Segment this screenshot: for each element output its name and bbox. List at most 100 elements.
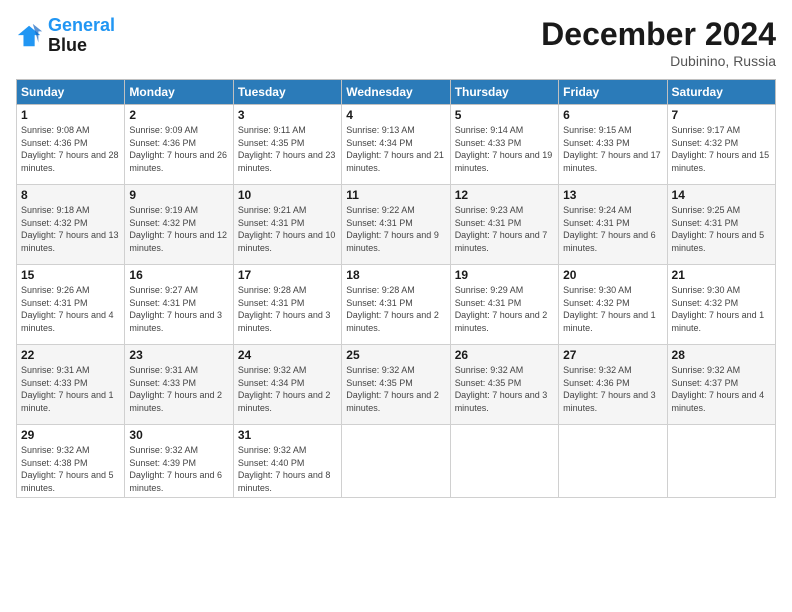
day-number: 9 [129,188,228,202]
cell-info: Sunrise: 9:31 AM Sunset: 4:33 PM Dayligh… [129,364,228,414]
day-number: 28 [672,348,771,362]
cell-info: Sunrise: 9:32 AM Sunset: 4:34 PM Dayligh… [238,364,337,414]
cell-info: Sunrise: 9:32 AM Sunset: 4:37 PM Dayligh… [672,364,771,414]
day-number: 19 [455,268,554,282]
table-cell: 25 Sunrise: 9:32 AM Sunset: 4:35 PM Dayl… [342,345,450,425]
header: General Blue December 2024 Dubinino, Rus… [16,16,776,69]
table-cell: 10 Sunrise: 9:21 AM Sunset: 4:31 PM Dayl… [233,185,341,265]
col-monday: Monday [125,80,233,105]
cell-info: Sunrise: 9:32 AM Sunset: 4:35 PM Dayligh… [455,364,554,414]
table-cell: 14 Sunrise: 9:25 AM Sunset: 4:31 PM Dayl… [667,185,775,265]
cell-info: Sunrise: 9:32 AM Sunset: 4:39 PM Dayligh… [129,444,228,494]
table-cell [342,425,450,498]
table-cell: 29 Sunrise: 9:32 AM Sunset: 4:38 PM Dayl… [17,425,125,498]
table-cell: 11 Sunrise: 9:22 AM Sunset: 4:31 PM Dayl… [342,185,450,265]
day-number: 3 [238,108,337,122]
table-cell: 31 Sunrise: 9:32 AM Sunset: 4:40 PM Dayl… [233,425,341,498]
cell-info: Sunrise: 9:08 AM Sunset: 4:36 PM Dayligh… [21,124,120,174]
col-tuesday: Tuesday [233,80,341,105]
table-cell: 7 Sunrise: 9:17 AM Sunset: 4:32 PM Dayli… [667,105,775,185]
table-cell: 13 Sunrise: 9:24 AM Sunset: 4:31 PM Dayl… [559,185,667,265]
calendar-table: Sunday Monday Tuesday Wednesday Thursday… [16,79,776,498]
cell-info: Sunrise: 9:24 AM Sunset: 4:31 PM Dayligh… [563,204,662,254]
table-cell: 6 Sunrise: 9:15 AM Sunset: 4:33 PM Dayli… [559,105,667,185]
table-cell: 21 Sunrise: 9:30 AM Sunset: 4:32 PM Dayl… [667,265,775,345]
table-cell: 9 Sunrise: 9:19 AM Sunset: 4:32 PM Dayli… [125,185,233,265]
cell-info: Sunrise: 9:30 AM Sunset: 4:32 PM Dayligh… [563,284,662,334]
day-number: 12 [455,188,554,202]
day-number: 11 [346,188,445,202]
cell-info: Sunrise: 9:31 AM Sunset: 4:33 PM Dayligh… [21,364,120,414]
table-cell: 4 Sunrise: 9:13 AM Sunset: 4:34 PM Dayli… [342,105,450,185]
title-block: December 2024 Dubinino, Russia [541,16,776,69]
table-cell: 19 Sunrise: 9:29 AM Sunset: 4:31 PM Dayl… [450,265,558,345]
table-cell: 18 Sunrise: 9:28 AM Sunset: 4:31 PM Dayl… [342,265,450,345]
table-cell: 23 Sunrise: 9:31 AM Sunset: 4:33 PM Dayl… [125,345,233,425]
cell-info: Sunrise: 9:18 AM Sunset: 4:32 PM Dayligh… [21,204,120,254]
day-number: 26 [455,348,554,362]
table-cell: 26 Sunrise: 9:32 AM Sunset: 4:35 PM Dayl… [450,345,558,425]
cell-info: Sunrise: 9:09 AM Sunset: 4:36 PM Dayligh… [129,124,228,174]
cell-info: Sunrise: 9:30 AM Sunset: 4:32 PM Dayligh… [672,284,771,334]
day-number: 20 [563,268,662,282]
cell-info: Sunrise: 9:14 AM Sunset: 4:33 PM Dayligh… [455,124,554,174]
cell-info: Sunrise: 9:22 AM Sunset: 4:31 PM Dayligh… [346,204,445,254]
day-number: 22 [21,348,120,362]
day-number: 7 [672,108,771,122]
table-cell: 3 Sunrise: 9:11 AM Sunset: 4:35 PM Dayli… [233,105,341,185]
cell-info: Sunrise: 9:15 AM Sunset: 4:33 PM Dayligh… [563,124,662,174]
cell-info: Sunrise: 9:17 AM Sunset: 4:32 PM Dayligh… [672,124,771,174]
table-cell: 15 Sunrise: 9:26 AM Sunset: 4:31 PM Dayl… [17,265,125,345]
cell-info: Sunrise: 9:23 AM Sunset: 4:31 PM Dayligh… [455,204,554,254]
day-number: 31 [238,428,337,442]
table-cell: 28 Sunrise: 9:32 AM Sunset: 4:37 PM Dayl… [667,345,775,425]
cell-info: Sunrise: 9:19 AM Sunset: 4:32 PM Dayligh… [129,204,228,254]
day-number: 5 [455,108,554,122]
logo-icon [16,22,44,50]
header-row: Sunday Monday Tuesday Wednesday Thursday… [17,80,776,105]
cell-info: Sunrise: 9:27 AM Sunset: 4:31 PM Dayligh… [129,284,228,334]
col-saturday: Saturday [667,80,775,105]
cell-info: Sunrise: 9:32 AM Sunset: 4:38 PM Dayligh… [21,444,120,494]
table-cell: 17 Sunrise: 9:28 AM Sunset: 4:31 PM Dayl… [233,265,341,345]
day-number: 13 [563,188,662,202]
col-friday: Friday [559,80,667,105]
col-thursday: Thursday [450,80,558,105]
table-cell: 22 Sunrise: 9:31 AM Sunset: 4:33 PM Dayl… [17,345,125,425]
day-number: 2 [129,108,228,122]
day-number: 29 [21,428,120,442]
day-number: 6 [563,108,662,122]
table-cell: 1 Sunrise: 9:08 AM Sunset: 4:36 PM Dayli… [17,105,125,185]
cell-info: Sunrise: 9:29 AM Sunset: 4:31 PM Dayligh… [455,284,554,334]
table-cell: 12 Sunrise: 9:23 AM Sunset: 4:31 PM Dayl… [450,185,558,265]
day-number: 16 [129,268,228,282]
day-number: 17 [238,268,337,282]
table-cell: 27 Sunrise: 9:32 AM Sunset: 4:36 PM Dayl… [559,345,667,425]
table-cell [450,425,558,498]
cell-info: Sunrise: 9:28 AM Sunset: 4:31 PM Dayligh… [238,284,337,334]
cell-info: Sunrise: 9:28 AM Sunset: 4:31 PM Dayligh… [346,284,445,334]
day-number: 23 [129,348,228,362]
day-number: 14 [672,188,771,202]
table-cell: 20 Sunrise: 9:30 AM Sunset: 4:32 PM Dayl… [559,265,667,345]
table-cell: 2 Sunrise: 9:09 AM Sunset: 4:36 PM Dayli… [125,105,233,185]
day-number: 25 [346,348,445,362]
logo: General Blue [16,16,115,56]
table-cell [559,425,667,498]
cell-info: Sunrise: 9:21 AM Sunset: 4:31 PM Dayligh… [238,204,337,254]
day-number: 18 [346,268,445,282]
table-cell [667,425,775,498]
location-subtitle: Dubinino, Russia [541,53,776,69]
table-cell: 8 Sunrise: 9:18 AM Sunset: 4:32 PM Dayli… [17,185,125,265]
cell-info: Sunrise: 9:32 AM Sunset: 4:40 PM Dayligh… [238,444,337,494]
table-cell: 16 Sunrise: 9:27 AM Sunset: 4:31 PM Dayl… [125,265,233,345]
day-number: 30 [129,428,228,442]
day-number: 27 [563,348,662,362]
table-cell: 30 Sunrise: 9:32 AM Sunset: 4:39 PM Dayl… [125,425,233,498]
month-title: December 2024 [541,16,776,53]
cell-info: Sunrise: 9:26 AM Sunset: 4:31 PM Dayligh… [21,284,120,334]
day-number: 15 [21,268,120,282]
day-number: 24 [238,348,337,362]
cell-info: Sunrise: 9:11 AM Sunset: 4:35 PM Dayligh… [238,124,337,174]
day-number: 8 [21,188,120,202]
